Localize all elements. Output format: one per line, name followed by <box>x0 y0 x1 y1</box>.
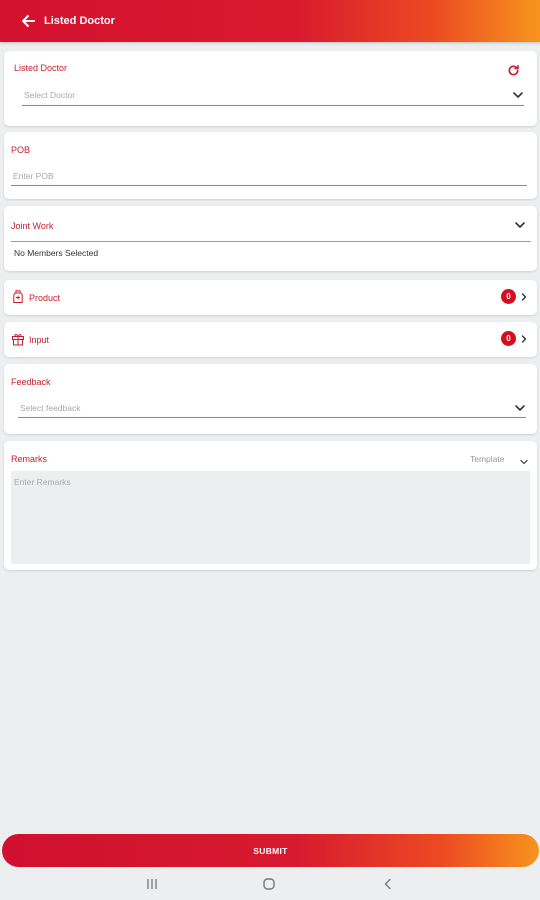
chevron-right-icon <box>517 290 531 304</box>
doctor-label: Listed Doctor <box>14 63 68 73</box>
remarks-label: Remarks <box>11 454 48 464</box>
pob-label: POB <box>11 145 31 155</box>
doctor-card: Listed Doctor Select Doctor <box>4 51 537 126</box>
chevron-right-icon <box>517 332 531 346</box>
pob-input-underline <box>11 185 527 186</box>
joint-work-card: Joint Work No Members Selected <box>4 206 537 271</box>
joint-work-divider <box>11 241 531 242</box>
product-row[interactable]: Product 0 <box>4 280 537 315</box>
template-label: Template <box>470 454 505 464</box>
feedback-label: Feedback <box>11 377 51 387</box>
pob-input[interactable]: Enter POB <box>11 166 527 186</box>
doctor-select[interactable]: Select Doctor <box>22 85 528 105</box>
joint-work-value: No Members Selected <box>14 248 99 258</box>
system-nav-bar <box>0 868 540 900</box>
refresh-icon[interactable] <box>506 63 520 77</box>
page-title: Listed Doctor <box>44 15 115 27</box>
remarks-placeholder: Enter Remarks <box>14 477 71 487</box>
recents-icon[interactable] <box>140 874 164 894</box>
pob-input-placeholder: Enter POB <box>13 171 54 181</box>
remarks-textarea[interactable]: Enter Remarks <box>11 471 530 564</box>
input-row[interactable]: Input 0 <box>4 322 537 357</box>
input-count-badge: 0 <box>501 331 516 346</box>
pob-card: POB Enter POB <box>4 132 537 199</box>
product-count-badge: 0 <box>501 289 516 304</box>
gift-icon <box>11 332 25 346</box>
nav-back-icon[interactable] <box>376 874 400 894</box>
feedback-select-placeholder: Select feedback <box>20 403 81 413</box>
joint-work-dropdown[interactable]: Joint Work <box>4 206 537 242</box>
feedback-card: Feedback Select feedback <box>4 364 537 434</box>
chevron-down-icon <box>519 454 529 465</box>
product-bottle-icon <box>12 290 24 304</box>
joint-work-label: Joint Work <box>11 221 54 231</box>
home-icon[interactable] <box>257 874 281 894</box>
template-dropdown[interactable]: Template <box>470 452 532 466</box>
feedback-select-underline <box>18 417 526 418</box>
doctor-select-placeholder: Select Doctor <box>24 90 76 100</box>
arrow-left-icon[interactable] <box>18 11 38 31</box>
doctor-select-underline <box>22 105 524 106</box>
feedback-select[interactable]: Select feedback <box>18 399 530 418</box>
app-bar: Listed Doctor <box>0 0 540 42</box>
chevron-down-icon <box>513 401 527 415</box>
input-label: Input <box>29 335 50 345</box>
submit-button[interactable]: SUBMIT <box>2 834 539 867</box>
chevron-down-icon <box>513 218 527 232</box>
remarks-card: Remarks Template Enter Remarks <box>4 441 537 570</box>
chevron-down-icon <box>511 88 525 102</box>
product-label: Product <box>29 293 61 303</box>
